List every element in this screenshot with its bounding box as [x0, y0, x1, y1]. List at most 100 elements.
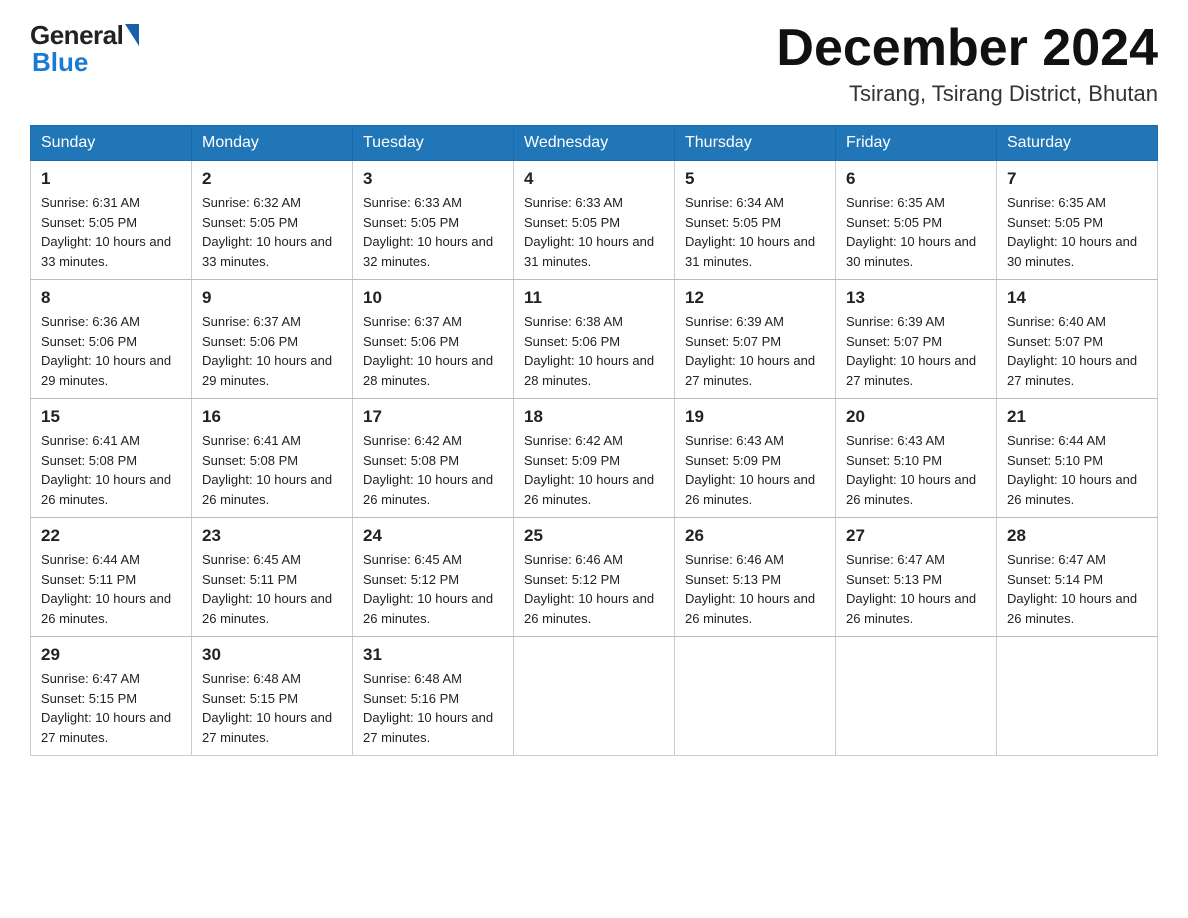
day-info: Sunrise: 6:43 AM Sunset: 5:09 PM Dayligh…	[685, 431, 825, 509]
day-number: 17	[363, 407, 503, 427]
day-info: Sunrise: 6:41 AM Sunset: 5:08 PM Dayligh…	[202, 431, 342, 509]
day-number: 8	[41, 288, 181, 308]
day-info: Sunrise: 6:46 AM Sunset: 5:12 PM Dayligh…	[524, 550, 664, 628]
day-info: Sunrise: 6:38 AM Sunset: 5:06 PM Dayligh…	[524, 312, 664, 390]
calendar-day-cell: 12 Sunrise: 6:39 AM Sunset: 5:07 PM Dayl…	[675, 280, 836, 399]
day-info: Sunrise: 6:43 AM Sunset: 5:10 PM Dayligh…	[846, 431, 986, 509]
calendar-day-cell: 26 Sunrise: 6:46 AM Sunset: 5:13 PM Dayl…	[675, 518, 836, 637]
day-number: 3	[363, 169, 503, 189]
weekday-header-sunday: Sunday	[31, 126, 192, 161]
day-number: 12	[685, 288, 825, 308]
logo: General Blue	[30, 20, 139, 78]
calendar-week-row: 8 Sunrise: 6:36 AM Sunset: 5:06 PM Dayli…	[31, 280, 1158, 399]
day-number: 2	[202, 169, 342, 189]
day-info: Sunrise: 6:48 AM Sunset: 5:16 PM Dayligh…	[363, 669, 503, 747]
location-title: Tsirang, Tsirang District, Bhutan	[776, 81, 1158, 107]
day-number: 22	[41, 526, 181, 546]
weekday-header-thursday: Thursday	[675, 126, 836, 161]
day-info: Sunrise: 6:39 AM Sunset: 5:07 PM Dayligh…	[846, 312, 986, 390]
day-number: 10	[363, 288, 503, 308]
day-number: 11	[524, 288, 664, 308]
calendar-day-cell: 16 Sunrise: 6:41 AM Sunset: 5:08 PM Dayl…	[192, 399, 353, 518]
calendar-day-cell: 13 Sunrise: 6:39 AM Sunset: 5:07 PM Dayl…	[836, 280, 997, 399]
day-number: 23	[202, 526, 342, 546]
day-number: 26	[685, 526, 825, 546]
day-info: Sunrise: 6:47 AM Sunset: 5:15 PM Dayligh…	[41, 669, 181, 747]
calendar-day-cell: 27 Sunrise: 6:47 AM Sunset: 5:13 PM Dayl…	[836, 518, 997, 637]
day-number: 30	[202, 645, 342, 665]
day-info: Sunrise: 6:35 AM Sunset: 5:05 PM Dayligh…	[1007, 193, 1147, 271]
calendar-day-cell: 3 Sunrise: 6:33 AM Sunset: 5:05 PM Dayli…	[353, 161, 514, 280]
day-info: Sunrise: 6:42 AM Sunset: 5:08 PM Dayligh…	[363, 431, 503, 509]
calendar-week-row: 1 Sunrise: 6:31 AM Sunset: 5:05 PM Dayli…	[31, 161, 1158, 280]
day-number: 5	[685, 169, 825, 189]
day-number: 18	[524, 407, 664, 427]
day-info: Sunrise: 6:37 AM Sunset: 5:06 PM Dayligh…	[202, 312, 342, 390]
day-number: 16	[202, 407, 342, 427]
day-number: 4	[524, 169, 664, 189]
logo-arrow-icon	[125, 24, 139, 46]
calendar-header-row: SundayMondayTuesdayWednesdayThursdayFrid…	[31, 126, 1158, 161]
page-header: General Blue December 2024 Tsirang, Tsir…	[30, 20, 1158, 107]
calendar-day-cell: 21 Sunrise: 6:44 AM Sunset: 5:10 PM Dayl…	[997, 399, 1158, 518]
calendar-day-cell: 23 Sunrise: 6:45 AM Sunset: 5:11 PM Dayl…	[192, 518, 353, 637]
day-info: Sunrise: 6:46 AM Sunset: 5:13 PM Dayligh…	[685, 550, 825, 628]
day-number: 21	[1007, 407, 1147, 427]
weekday-header-friday: Friday	[836, 126, 997, 161]
day-info: Sunrise: 6:32 AM Sunset: 5:05 PM Dayligh…	[202, 193, 342, 271]
day-info: Sunrise: 6:37 AM Sunset: 5:06 PM Dayligh…	[363, 312, 503, 390]
day-number: 7	[1007, 169, 1147, 189]
day-info: Sunrise: 6:31 AM Sunset: 5:05 PM Dayligh…	[41, 193, 181, 271]
day-info: Sunrise: 6:47 AM Sunset: 5:13 PM Dayligh…	[846, 550, 986, 628]
day-info: Sunrise: 6:34 AM Sunset: 5:05 PM Dayligh…	[685, 193, 825, 271]
calendar-day-cell: 7 Sunrise: 6:35 AM Sunset: 5:05 PM Dayli…	[997, 161, 1158, 280]
calendar-day-cell: 1 Sunrise: 6:31 AM Sunset: 5:05 PM Dayli…	[31, 161, 192, 280]
day-number: 1	[41, 169, 181, 189]
day-number: 9	[202, 288, 342, 308]
day-number: 19	[685, 407, 825, 427]
calendar-day-cell: 20 Sunrise: 6:43 AM Sunset: 5:10 PM Dayl…	[836, 399, 997, 518]
calendar-day-cell: 15 Sunrise: 6:41 AM Sunset: 5:08 PM Dayl…	[31, 399, 192, 518]
day-info: Sunrise: 6:45 AM Sunset: 5:11 PM Dayligh…	[202, 550, 342, 628]
day-info: Sunrise: 6:33 AM Sunset: 5:05 PM Dayligh…	[363, 193, 503, 271]
calendar-day-cell: 9 Sunrise: 6:37 AM Sunset: 5:06 PM Dayli…	[192, 280, 353, 399]
calendar-day-cell: 18 Sunrise: 6:42 AM Sunset: 5:09 PM Dayl…	[514, 399, 675, 518]
calendar-day-cell: 10 Sunrise: 6:37 AM Sunset: 5:06 PM Dayl…	[353, 280, 514, 399]
day-info: Sunrise: 6:36 AM Sunset: 5:06 PM Dayligh…	[41, 312, 181, 390]
calendar-day-cell: 29 Sunrise: 6:47 AM Sunset: 5:15 PM Dayl…	[31, 637, 192, 756]
day-info: Sunrise: 6:47 AM Sunset: 5:14 PM Dayligh…	[1007, 550, 1147, 628]
day-info: Sunrise: 6:39 AM Sunset: 5:07 PM Dayligh…	[685, 312, 825, 390]
day-info: Sunrise: 6:42 AM Sunset: 5:09 PM Dayligh…	[524, 431, 664, 509]
calendar-week-row: 29 Sunrise: 6:47 AM Sunset: 5:15 PM Dayl…	[31, 637, 1158, 756]
calendar-week-row: 22 Sunrise: 6:44 AM Sunset: 5:11 PM Dayl…	[31, 518, 1158, 637]
calendar-day-cell: 4 Sunrise: 6:33 AM Sunset: 5:05 PM Dayli…	[514, 161, 675, 280]
weekday-header-saturday: Saturday	[997, 126, 1158, 161]
calendar-day-cell: 22 Sunrise: 6:44 AM Sunset: 5:11 PM Dayl…	[31, 518, 192, 637]
weekday-header-monday: Monday	[192, 126, 353, 161]
calendar-day-cell: 11 Sunrise: 6:38 AM Sunset: 5:06 PM Dayl…	[514, 280, 675, 399]
day-number: 20	[846, 407, 986, 427]
day-info: Sunrise: 6:40 AM Sunset: 5:07 PM Dayligh…	[1007, 312, 1147, 390]
day-number: 28	[1007, 526, 1147, 546]
calendar-day-cell: 25 Sunrise: 6:46 AM Sunset: 5:12 PM Dayl…	[514, 518, 675, 637]
weekday-header-tuesday: Tuesday	[353, 126, 514, 161]
calendar-day-cell: 14 Sunrise: 6:40 AM Sunset: 5:07 PM Dayl…	[997, 280, 1158, 399]
day-info: Sunrise: 6:33 AM Sunset: 5:05 PM Dayligh…	[524, 193, 664, 271]
calendar-day-cell: 28 Sunrise: 6:47 AM Sunset: 5:14 PM Dayl…	[997, 518, 1158, 637]
empty-day-cell	[514, 637, 675, 756]
day-number: 14	[1007, 288, 1147, 308]
day-number: 31	[363, 645, 503, 665]
calendar-week-row: 15 Sunrise: 6:41 AM Sunset: 5:08 PM Dayl…	[31, 399, 1158, 518]
day-info: Sunrise: 6:35 AM Sunset: 5:05 PM Dayligh…	[846, 193, 986, 271]
calendar-day-cell: 17 Sunrise: 6:42 AM Sunset: 5:08 PM Dayl…	[353, 399, 514, 518]
empty-day-cell	[675, 637, 836, 756]
calendar-day-cell: 19 Sunrise: 6:43 AM Sunset: 5:09 PM Dayl…	[675, 399, 836, 518]
calendar-day-cell: 6 Sunrise: 6:35 AM Sunset: 5:05 PM Dayli…	[836, 161, 997, 280]
title-block: December 2024 Tsirang, Tsirang District,…	[776, 20, 1158, 107]
day-number: 6	[846, 169, 986, 189]
day-number: 13	[846, 288, 986, 308]
day-number: 24	[363, 526, 503, 546]
calendar-day-cell: 2 Sunrise: 6:32 AM Sunset: 5:05 PM Dayli…	[192, 161, 353, 280]
calendar-table: SundayMondayTuesdayWednesdayThursdayFrid…	[30, 125, 1158, 756]
day-number: 15	[41, 407, 181, 427]
